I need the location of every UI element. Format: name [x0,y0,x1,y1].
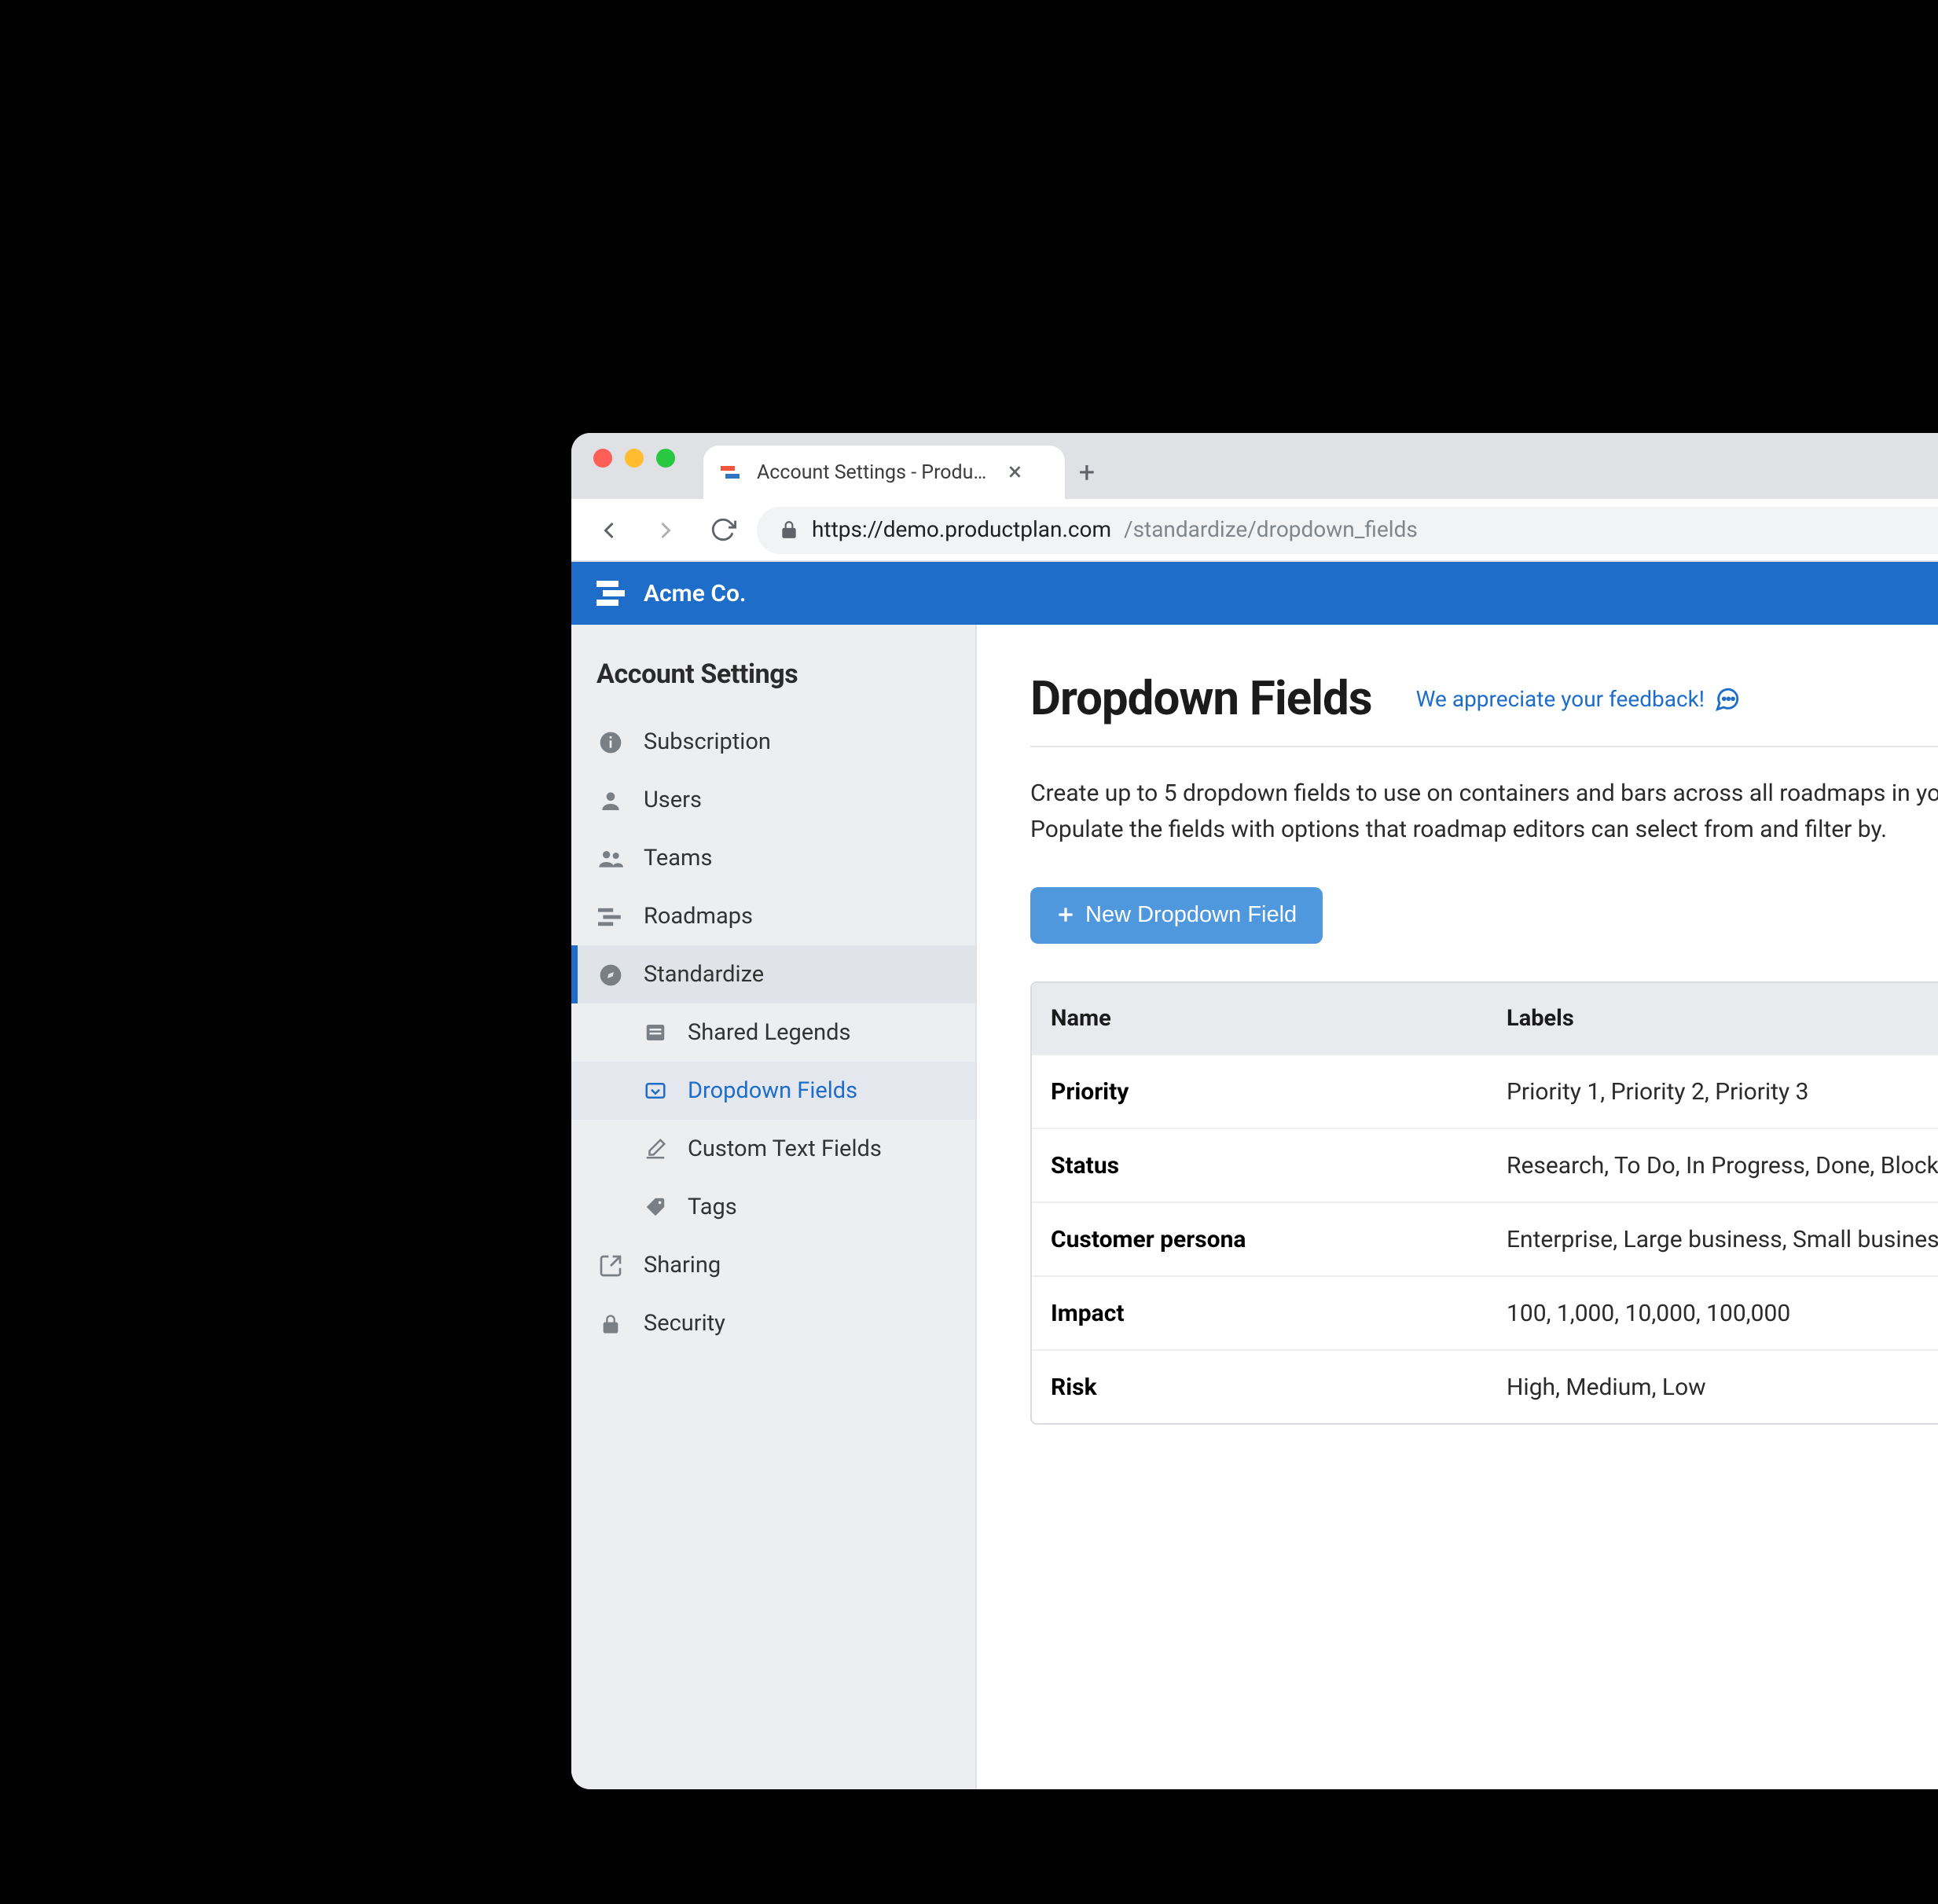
row-labels: High, Medium, Low [1488,1350,1938,1422]
tag-icon [640,1195,669,1219]
browser-tab-title: Account Settings - ProductPlan [757,460,993,484]
sidebar-item-subscription[interactable]: Subscription [571,713,975,771]
page-description: Create up to 5 dropdown fields to use on… [1030,776,1938,849]
row-name: Risk [1032,1350,1488,1422]
row-name: Status [1032,1128,1488,1201]
chat-icon [1714,686,1741,713]
reload-button[interactable] [700,508,744,552]
legend-icon [640,1021,669,1044]
browser-window: Account Settings - ProductPlan × + [571,433,1938,1789]
sidebar-item-label: Subscription [644,728,771,755]
sidebar-subitem-dropdown-fields[interactable]: Dropdown Fields [571,1062,975,1120]
forward-button[interactable] [644,508,688,552]
column-header-name: Name [1032,982,1488,1053]
row-labels: 100, 1,000, 10,000, 100,000 [1488,1276,1938,1348]
table-row[interactable]: Impact100, 1,000, 10,000, 100,000 [1032,1275,1938,1348]
table-row[interactable]: RiskHigh, Medium, Low [1032,1348,1938,1422]
feedback-link[interactable]: We appreciate your feedback! [1415,686,1740,713]
column-header-labels: Labels [1488,982,1938,1053]
sidebar-subitem-label: Tags [688,1194,737,1220]
browser-tab[interactable]: Account Settings - ProductPlan × [703,446,1065,499]
productplan-logo-icon [596,581,628,606]
productplan-favicon-icon [719,460,744,485]
sidebar-item-label: Users [644,787,702,813]
plus-icon [1055,904,1076,925]
row-name: Impact [1032,1276,1488,1348]
sidebar-title: Account Settings [571,647,975,713]
row-labels: Priority 1, Priority 2, Priority 3 [1488,1055,1938,1127]
company-switcher[interactable]: Acme Co. [596,579,746,607]
sidebar-subitem-shared-legends[interactable]: Shared Legends [571,1003,975,1062]
row-name: Priority [1032,1055,1488,1127]
sidebar-item-teams[interactable]: Teams [571,829,975,887]
sidebar-subitem-label: Shared Legends [688,1019,850,1046]
company-name: Acme Co. [644,579,746,607]
browser-tabbar: Account Settings - ProductPlan × + [571,433,1938,499]
sidebar-item-users[interactable]: Users [571,771,975,829]
lock-icon [779,519,799,540]
close-tab-button[interactable]: × [1005,460,1025,485]
sidebar-item-standardize[interactable]: Standardize [571,945,975,1003]
url-host: https://demo.productplan.com [812,517,1111,542]
sidebar-item-sharing[interactable]: Sharing [571,1236,975,1294]
button-label: New Dropdown Field [1085,902,1297,927]
info-icon [596,729,625,754]
sidebar-subitem-custom-text-fields[interactable]: Custom Text Fields [571,1120,975,1178]
url-path: /standardize/dropdown_fields [1124,517,1418,542]
row-labels: Enterprise, Large business, Small busine… [1488,1202,1938,1275]
sidebar-item-label: Roadmaps [644,903,753,930]
sidebar: Account Settings Subscription Users Team… [571,625,977,1789]
roadmap-icon [596,905,625,927]
app-header: Acme Co. ? [571,562,1938,625]
sidebar-item-label: Teams [644,845,712,871]
table-row[interactable]: Customer personaEnterprise, Large busine… [1032,1201,1938,1275]
address-bar[interactable]: https://demo.productplan.com/standardize… [757,506,1938,553]
back-button[interactable] [587,508,631,552]
sidebar-item-security[interactable]: Security [571,1294,975,1352]
sidebar-subitem-label: Dropdown Fields [688,1077,857,1104]
main-content: Dropdown Fields We appreciate your feedb… [977,625,1938,1789]
dropdown-icon [640,1079,669,1102]
page-title: Dropdown Fields [1030,672,1372,727]
share-icon [596,1253,625,1278]
sidebar-item-label: Sharing [644,1252,721,1279]
new-dropdown-field-button[interactable]: New Dropdown Field [1030,886,1322,943]
fullscreen-window-button[interactable] [656,449,675,468]
table-header: Name Labels [1032,982,1938,1053]
row-name: Customer persona [1032,1202,1488,1275]
close-window-button[interactable] [593,449,612,468]
table-row[interactable]: PriorityPriority 1, Priority 2, Priority… [1032,1053,1938,1127]
sidebar-item-roadmaps[interactable]: Roadmaps [571,887,975,945]
row-labels: Research, To Do, In Progress, Done, Bloc… [1488,1128,1938,1201]
feedback-text: We appreciate your feedback! [1415,687,1704,712]
lock-icon [596,1312,625,1334]
sidebar-subitem-tags[interactable]: Tags [571,1178,975,1236]
team-icon [596,846,625,871]
window-controls [593,433,675,499]
compass-icon [596,962,625,987]
sidebar-subitem-label: Custom Text Fields [688,1135,882,1162]
edit-icon [640,1137,669,1161]
dropdown-fields-table: Name Labels PriorityPriority 1, Priority… [1030,981,1938,1424]
minimize-window-button[interactable] [625,449,644,468]
table-row[interactable]: StatusResearch, To Do, In Progress, Done… [1032,1127,1938,1201]
sidebar-item-label: Standardize [644,961,764,988]
user-icon [596,787,625,813]
browser-toolbar: https://demo.productplan.com/standardize… [571,499,1938,562]
sidebar-item-label: Security [644,1310,725,1337]
new-tab-button[interactable]: + [1065,457,1109,499]
